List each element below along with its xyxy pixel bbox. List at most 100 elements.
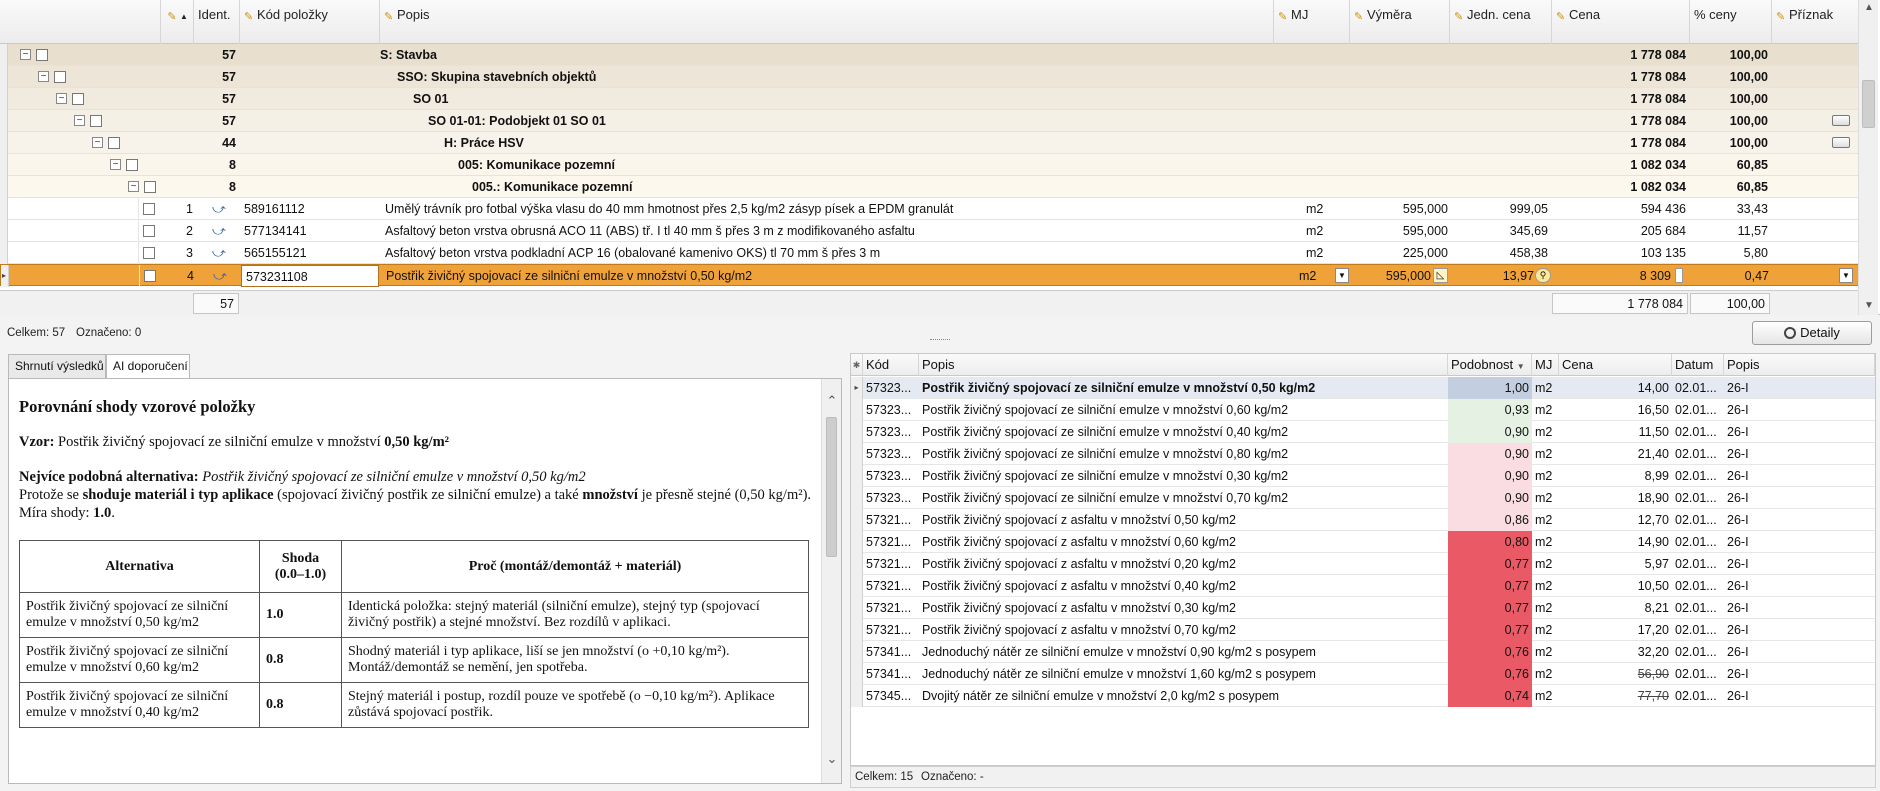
- scroll-up-icon[interactable]: ⌃: [824, 393, 840, 409]
- group-row[interactable]: − 57 SO 01-01: Podobjekt 01 SO 01 1 778 084…: [0, 110, 1860, 132]
- row-mj[interactable]: m2: [1306, 198, 1346, 220]
- similar-row-selected[interactable]: ▸ 57323... Postřik živičný spojovací ze si…: [851, 377, 1875, 399]
- row-mj[interactable]: m2: [1306, 242, 1346, 264]
- row-jedn-cena[interactable]: 345,69: [1450, 220, 1548, 242]
- rheader-datum[interactable]: Datum: [1672, 354, 1724, 376]
- scroll-down-icon[interactable]: ⌄: [824, 751, 840, 767]
- row-checkbox[interactable]: [126, 159, 138, 171]
- row-jedn-cena[interactable]: 13,97: [1451, 265, 1534, 287]
- row-checkbox[interactable]: [90, 115, 102, 127]
- row-selector[interactable]: [0, 198, 8, 220]
- collapse-toggle-icon[interactable]: −: [128, 181, 139, 192]
- row-selector[interactable]: [851, 487, 863, 509]
- row-selector[interactable]: [851, 685, 863, 707]
- row-mj[interactable]: m2: [1306, 220, 1346, 242]
- item-row[interactable]: 1 ⤻ 589161112 Umělý trávník pro fotbal výšk…: [0, 198, 1860, 220]
- row-popis[interactable]: Asfaltový beton vrstva podkladní ACP 16 …: [385, 242, 1265, 264]
- row-checkbox[interactable]: [108, 137, 120, 149]
- row-selector[interactable]: [851, 531, 863, 553]
- top-grid-scrollbar[interactable]: ▲ ▼: [1858, 0, 1878, 315]
- header-pct[interactable]: % ceny: [1690, 0, 1772, 44]
- row-selector[interactable]: [0, 110, 8, 132]
- similar-row[interactable]: 57321... Postřik živičný spojovací z asfa…: [851, 553, 1875, 575]
- header-priznak[interactable]: ✎ Příznak: [1772, 0, 1860, 44]
- similar-row[interactable]: 57323... Postřik živičný spojovací ze sil…: [851, 421, 1875, 443]
- row-selector[interactable]: [0, 132, 8, 154]
- group-row[interactable]: − 57 S: Stavba 1 778 084 100,00: [0, 44, 1860, 66]
- row-checkbox[interactable]: [54, 71, 66, 83]
- note-flag-icon[interactable]: [1832, 137, 1850, 148]
- group-row[interactable]: − 8 005: Komunikace pozemní 1 082 034 60,85: [0, 154, 1860, 176]
- header-vymera[interactable]: ✎ Výměra: [1350, 0, 1450, 44]
- scrollbar-thumb[interactable]: [826, 417, 837, 557]
- row-checkbox[interactable]: [143, 225, 155, 237]
- measure-calc-icon[interactable]: ◺: [1433, 268, 1448, 283]
- row-vymera[interactable]: 225,000: [1350, 242, 1448, 264]
- doc-scrollbar[interactable]: ⌃ ⌄: [821, 379, 841, 783]
- row-kod[interactable]: 589161112: [240, 198, 378, 220]
- mj-dropdown-icon[interactable]: ▼: [1335, 268, 1349, 283]
- price-info-icon[interactable]: [1675, 268, 1683, 283]
- row-kod[interactable]: 573231108: [241, 265, 379, 287]
- scroll-up-icon[interactable]: ▲: [1861, 2, 1877, 13]
- row-jedn-cena[interactable]: 999,05: [1450, 198, 1548, 220]
- group-row[interactable]: − 44 H: Práce HSV 1 778 084 100,00: [0, 132, 1860, 154]
- collapse-toggle-icon[interactable]: −: [110, 159, 121, 170]
- item-row-selected[interactable]: ▸ 4 ⤻ 573231108 Postřik živičný spojovací ze…: [0, 264, 1860, 287]
- collapse-toggle-icon[interactable]: −: [20, 49, 31, 60]
- row-checkbox[interactable]: [143, 203, 155, 215]
- header-popis[interactable]: ✎ Popis: [380, 0, 1274, 44]
- note-flag-icon[interactable]: [1832, 115, 1850, 126]
- row-selector[interactable]: [0, 66, 8, 88]
- row-selector[interactable]: [851, 509, 863, 531]
- row-selector[interactable]: [0, 154, 8, 176]
- row-checkbox[interactable]: [72, 93, 84, 105]
- similar-row[interactable]: 57323... Postřik živičný spojovací ze sil…: [851, 465, 1875, 487]
- row-popis[interactable]: Asfaltový beton vrstva obrusná ACO 11 (A…: [385, 220, 1265, 242]
- row-mj[interactable]: m2: [1299, 265, 1339, 287]
- scroll-down-icon[interactable]: ▼: [1861, 300, 1877, 311]
- header-sort-col[interactable]: ✎ ▲: [158, 0, 194, 44]
- header-tree[interactable]: [0, 0, 161, 44]
- row-popis[interactable]: Postřik živičný spojovací ze silniční em…: [386, 265, 1266, 287]
- row-selector[interactable]: [851, 399, 863, 421]
- collapse-toggle-icon[interactable]: −: [92, 137, 103, 148]
- group-row[interactable]: − 57 SSO: Skupina stavebních objektů 1 778 …: [0, 66, 1860, 88]
- rheader-popis[interactable]: Popis: [919, 354, 1448, 376]
- row-checkbox[interactable]: [36, 49, 48, 61]
- row-selector[interactable]: [851, 443, 863, 465]
- header-cena[interactable]: ✎ Cena: [1552, 0, 1690, 44]
- rheader-kod[interactable]: Kód: [863, 354, 919, 376]
- collapse-toggle-icon[interactable]: −: [38, 71, 49, 82]
- row-selector[interactable]: [0, 176, 8, 198]
- row-selector[interactable]: [0, 44, 8, 66]
- row-selector[interactable]: [851, 641, 863, 663]
- similar-row[interactable]: 57321... Postřik živičný spojovací z asfa…: [851, 509, 1875, 531]
- row-checkbox[interactable]: [143, 247, 155, 259]
- row-selector[interactable]: [0, 88, 8, 110]
- similar-row[interactable]: 57323... Postřik živičný spojovací ze sil…: [851, 487, 1875, 509]
- row-vymera[interactable]: 595,000: [1350, 220, 1448, 242]
- row-selector[interactable]: [851, 465, 863, 487]
- row-selector[interactable]: [851, 619, 863, 641]
- similar-row[interactable]: 57341... Jednoduchý nátěr ze silniční emu…: [851, 641, 1875, 663]
- similar-row[interactable]: 57321... Postřik živičný spojovací z asfa…: [851, 619, 1875, 641]
- row-selector[interactable]: [851, 575, 863, 597]
- row-vymera[interactable]: 595,000: [1351, 265, 1431, 287]
- collapse-toggle-icon[interactable]: −: [56, 93, 67, 104]
- row-selector[interactable]: ▸: [851, 377, 863, 399]
- item-row[interactable]: 3 ⤻ 565155121 Asfaltový beton vrstva podkla…: [0, 242, 1860, 264]
- similar-row[interactable]: 57341... Jednoduchý nátěr ze silniční emu…: [851, 663, 1875, 685]
- header-mj[interactable]: ✎ MJ: [1274, 0, 1350, 44]
- tab-ai-recommendation[interactable]: AI doporučení: [106, 354, 190, 379]
- rheader-cena[interactable]: Cena: [1559, 354, 1672, 376]
- group-row[interactable]: − 57 SO 01 1 778 084 100,00: [0, 88, 1860, 110]
- row-selector[interactable]: [851, 553, 863, 575]
- similar-row[interactable]: 57321... Postřik živičný spojovací z asfa…: [851, 597, 1875, 619]
- rheader-popis2[interactable]: Popis: [1724, 354, 1875, 376]
- rheader-podobnost[interactable]: Podobnost ▼: [1448, 354, 1532, 376]
- header-jedn-cena[interactable]: ✎ Jedn. cena: [1450, 0, 1552, 44]
- row-popis[interactable]: Umělý trávník pro fotbal výška vlasu do …: [385, 198, 1265, 220]
- item-row[interactable]: 2 ⤻ 577134141 Asfaltový beton vrstva obrusn…: [0, 220, 1860, 242]
- price-lookup-icon[interactable]: ⚲: [1535, 268, 1551, 283]
